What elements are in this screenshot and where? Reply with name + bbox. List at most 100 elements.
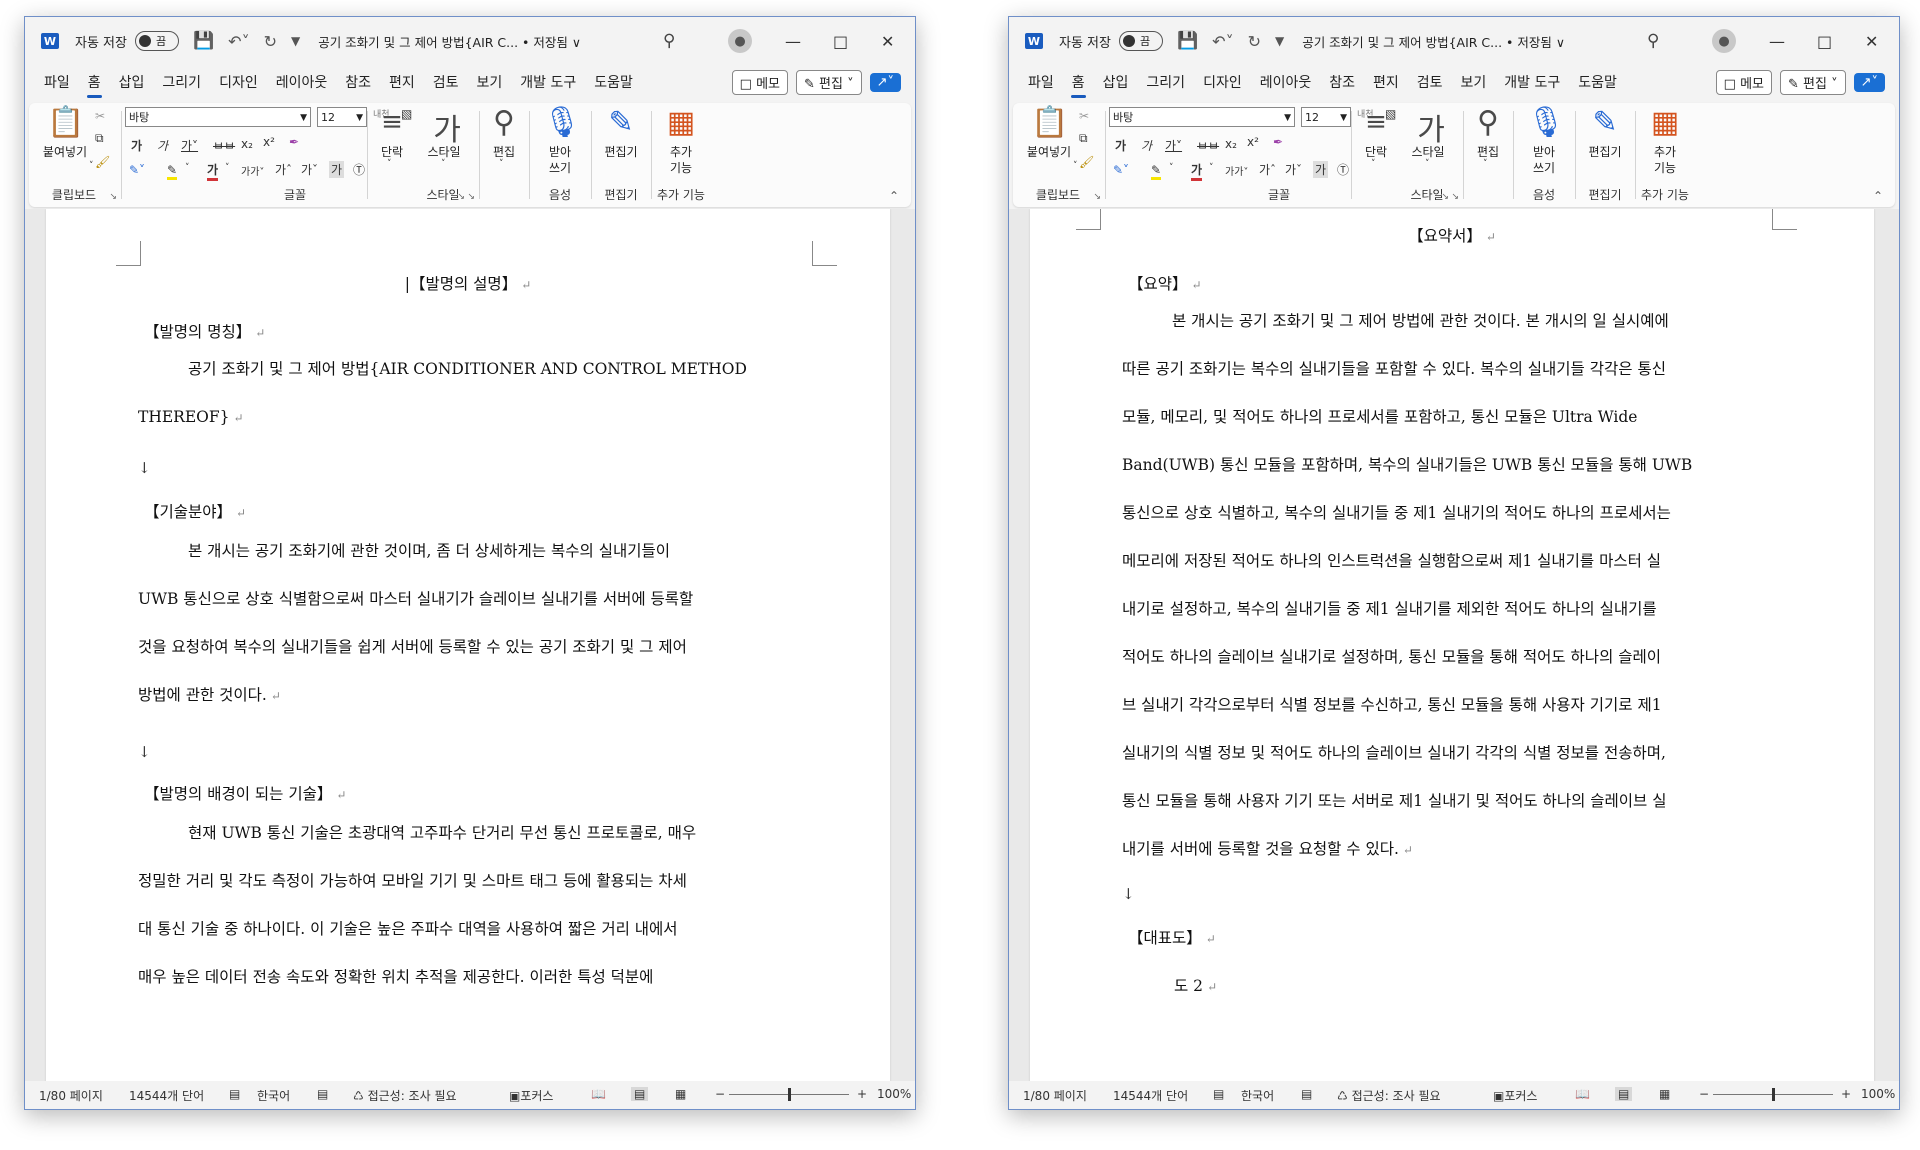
font-color-icon[interactable]: 가 <box>1191 161 1203 181</box>
document-title[interactable]: 공기 조화기 및 그 제어 방법{AIR C... • 저장됨 ∨ <box>318 32 581 51</box>
styles-label[interactable]: 스타일 <box>1403 143 1453 160</box>
editing-mode-button[interactable]: ✎ 편집 ˅ <box>1780 70 1846 95</box>
collapse-ribbon-icon[interactable]: ⌃ <box>1873 189 1883 203</box>
text-predictions-icon[interactable]: ▤ <box>1301 1087 1312 1101</box>
tab-review[interactable]: 검토 <box>424 70 468 96</box>
change-case-icon[interactable]: 가가˅ <box>1225 163 1248 178</box>
paste-dropdown-icon[interactable]: ˅ <box>89 161 94 171</box>
tab-draw[interactable]: 그리기 <box>1137 70 1194 96</box>
editing-mode-button[interactable]: ✎ 편집 ˅ <box>796 70 862 95</box>
undo-icon[interactable]: ↶˅ <box>1212 32 1233 51</box>
dictate-label-2[interactable]: 쓰기 <box>1519 159 1569 176</box>
word-count[interactable]: 14544개 단어 <box>1113 1087 1188 1104</box>
tab-insert[interactable]: 삽입 <box>1094 70 1138 96</box>
zoom-level[interactable]: 100% <box>877 1087 911 1101</box>
text-predictions-icon[interactable]: ▤ <box>317 1087 328 1101</box>
clear-format-icon[interactable]: ✒ <box>1273 135 1283 149</box>
editor-icon[interactable]: ✎ <box>1587 105 1623 140</box>
microphone-icon[interactable]: 🎙 <box>1527 105 1565 140</box>
underline-icon[interactable]: 가˅ <box>181 137 198 154</box>
tab-design[interactable]: 디자인 <box>1194 70 1251 96</box>
tab-review[interactable]: 검토 <box>1408 70 1452 96</box>
autosave-toggle[interactable]: 끔 <box>1118 31 1163 51</box>
word-count[interactable]: 14544개 단어 <box>129 1087 204 1104</box>
editor-icon[interactable]: ✎ <box>603 105 639 140</box>
web-layout-icon[interactable]: ▦ <box>675 1087 686 1101</box>
maximize-icon[interactable]: □ <box>1817 32 1832 51</box>
chevron-down-icon[interactable]: ˅ <box>225 163 230 173</box>
font-name-box[interactable]: 바탕 ▼ <box>1109 107 1295 127</box>
character-shading-icon[interactable]: 가 <box>329 161 345 178</box>
proofing-icon[interactable]: ▤ <box>229 1087 240 1101</box>
save-icon[interactable]: 💾 <box>193 31 214 51</box>
superscript-icon[interactable]: x² <box>1247 135 1259 149</box>
memo-button[interactable]: □ 메모 <box>731 70 788 95</box>
format-painter-icon[interactable]: 🖌 <box>95 155 110 169</box>
chevron-down-icon[interactable]: ˅ <box>1425 159 1430 169</box>
zoom-in-icon[interactable]: + <box>857 1087 867 1101</box>
tab-help[interactable]: 도움말 <box>585 70 642 96</box>
highlight-icon[interactable]: ✎ <box>167 163 178 180</box>
tab-help[interactable]: 도움말 <box>1569 70 1626 96</box>
paragraph-icon[interactable]: ≡ <box>375 107 409 137</box>
editor-label[interactable]: 편집기 <box>593 143 649 160</box>
search-icon[interactable]: ⚲ <box>663 31 675 51</box>
undo-icon[interactable]: ↶˅ <box>228 32 249 51</box>
redo-icon[interactable]: ↻ <box>1248 32 1261 51</box>
tab-developer[interactable]: 개발 도구 <box>1495 70 1569 96</box>
share-button[interactable]: ↗˅ <box>869 73 901 92</box>
tab-file[interactable]: 파일 <box>1019 70 1063 96</box>
tab-references[interactable]: 참조 <box>1320 70 1364 96</box>
document-title[interactable]: 공기 조화기 및 그 제어 방법{AIR C... • 저장됨 ∨ <box>1302 32 1565 51</box>
accessibility-status[interactable]: ♺ 접근성: 조사 필요 <box>1337 1087 1441 1104</box>
addins-icon[interactable]: ▦ <box>663 105 699 140</box>
enclose-characters-icon[interactable]: Ⓣ <box>1337 161 1349 178</box>
copy-icon[interactable]: ⧉ <box>95 131 104 146</box>
minimize-icon[interactable]: — <box>785 32 801 51</box>
highlight-icon[interactable]: ✎ <box>1151 163 1162 180</box>
bold-icon[interactable]: 가 <box>131 137 142 154</box>
tab-view[interactable]: 보기 <box>468 70 512 96</box>
italic-icon[interactable]: 가 <box>157 137 168 154</box>
tab-draw[interactable]: 그리기 <box>153 70 210 96</box>
document-page[interactable]: |【발명의 설명】 ↵ 【발명의 명칭】 ↵ 공기 조화기 및 그 제어 방법{AI… <box>46 209 890 1081</box>
tab-home[interactable]: 홈 <box>1063 70 1094 98</box>
language[interactable]: 한국어 <box>1241 1087 1274 1104</box>
chevron-down-icon[interactable]: ˅ <box>441 159 446 169</box>
customize-qat-icon[interactable]: ▼ <box>1275 34 1284 48</box>
memo-button[interactable]: □ 메모 <box>1715 70 1772 95</box>
dictate-label-2[interactable]: 쓰기 <box>535 159 585 176</box>
chevron-down-icon[interactable]: ˅ <box>1169 163 1174 173</box>
focus-button[interactable]: ▣포커스 <box>1493 1087 1537 1104</box>
subscript-icon[interactable]: x₂ <box>241 137 253 151</box>
dictate-label[interactable]: 받아 <box>1519 143 1569 160</box>
autosave-toggle[interactable]: 끔 <box>134 31 179 51</box>
paste-label[interactable]: 붙여넣기 <box>35 143 95 160</box>
chevron-down-icon[interactable]: ˅ <box>185 163 190 173</box>
zoom-slider-thumb[interactable] <box>1772 1088 1775 1101</box>
addins-label-2[interactable]: 기능 <box>653 159 709 176</box>
tab-insert[interactable]: 삽입 <box>110 70 154 96</box>
paste-icon[interactable]: 📋 <box>47 105 84 140</box>
copy-icon[interactable]: ⧉ <box>1079 131 1088 146</box>
zoom-in-icon[interactable]: + <box>1841 1087 1851 1101</box>
page-count[interactable]: 1/80 페이지 <box>39 1087 103 1104</box>
find-icon[interactable]: ⚲ <box>487 105 521 140</box>
proofing-icon[interactable]: ▤ <box>1213 1087 1224 1101</box>
paste-icon[interactable]: 📋 <box>1031 105 1068 140</box>
tab-design[interactable]: 디자인 <box>210 70 267 96</box>
font-name-box[interactable]: 바탕 ▼ <box>125 107 311 127</box>
underline-icon[interactable]: 가˅ <box>1165 137 1182 154</box>
language[interactable]: 한국어 <box>257 1087 290 1104</box>
close-icon[interactable]: ✕ <box>1865 32 1878 51</box>
save-icon[interactable]: 💾 <box>1177 31 1198 51</box>
web-layout-icon[interactable]: ▦ <box>1659 1087 1670 1101</box>
print-layout-icon[interactable]: ▤ <box>631 1087 649 1101</box>
text-effects-icon[interactable]: ✎˅ <box>1113 163 1129 177</box>
paste-dropdown-icon[interactable]: ˅ <box>1073 161 1078 171</box>
tab-mailings[interactable]: 편지 <box>1364 70 1408 96</box>
tab-references[interactable]: 참조 <box>336 70 380 96</box>
chevron-down-icon[interactable]: ˅ <box>1209 163 1214 173</box>
grow-font-icon[interactable]: 가ˆ <box>275 161 292 178</box>
editing-label[interactable]: 편집 <box>481 143 527 160</box>
